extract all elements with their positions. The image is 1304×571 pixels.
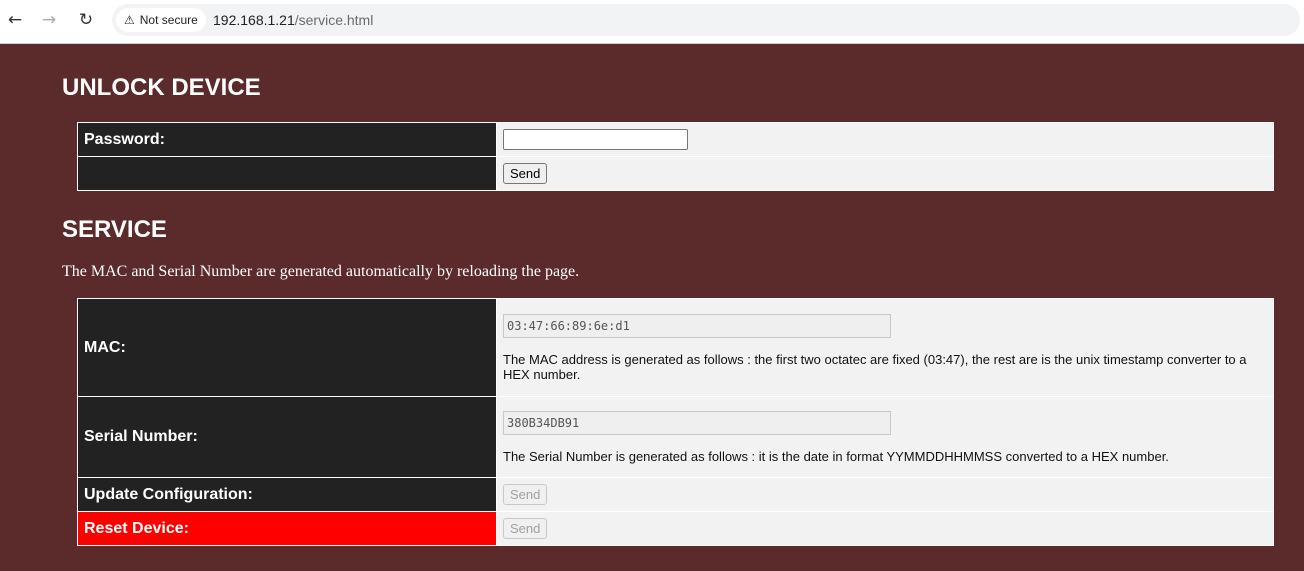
update-send-button[interactable]: Send xyxy=(503,484,548,505)
unlock-table: Password: Send xyxy=(77,122,1274,191)
reset-cell: Send xyxy=(496,511,1274,546)
reset-row: Reset Device: Send xyxy=(77,511,1274,546)
unlock-send-row: Send xyxy=(77,156,1274,191)
mac-row: MAC: The MAC address is generated as fol… xyxy=(77,298,1274,397)
update-cell: Send xyxy=(496,477,1274,512)
security-chip[interactable]: ⚠ Not secure xyxy=(116,8,206,32)
browser-toolbar: ← → ↻ ⚠ Not secure 192.168.1.21/service.… xyxy=(0,0,1304,44)
warning-icon: ⚠ xyxy=(124,13,135,27)
update-row: Update Configuration: Send xyxy=(77,477,1274,512)
reset-label: Reset Device: xyxy=(77,511,497,546)
password-label: Password: xyxy=(77,122,497,157)
mac-label: MAC: xyxy=(77,298,497,397)
empty-label xyxy=(77,156,497,191)
service-table: MAC: The MAC address is generated as fol… xyxy=(77,298,1274,546)
serial-label: Serial Number: xyxy=(77,396,497,478)
mac-field[interactable] xyxy=(503,313,891,338)
back-icon[interactable]: ← xyxy=(3,8,27,32)
url-text[interactable]: 192.168.1.21/service.html xyxy=(213,12,373,28)
password-cell xyxy=(496,122,1274,157)
reload-icon[interactable]: ↻ xyxy=(74,8,98,32)
reset-send-button[interactable]: Send xyxy=(503,518,548,539)
password-input[interactable] xyxy=(503,129,688,150)
password-row: Password: xyxy=(77,122,1274,157)
service-description: The MAC and Serial Number are generated … xyxy=(62,263,580,280)
unlock-send-button[interactable]: Send xyxy=(503,163,548,184)
address-bar[interactable]: ⚠ Not secure 192.168.1.21/service.html xyxy=(112,4,1300,36)
security-label: Not secure xyxy=(139,13,198,27)
serial-row: Serial Number: The Serial Number is gene… xyxy=(77,396,1274,478)
url-path: /service.html xyxy=(294,12,374,28)
unlock-title: UNLOCK DEVICE xyxy=(62,74,261,101)
update-label: Update Configuration: xyxy=(77,477,497,512)
serial-help-text: The Serial Number is generated as follow… xyxy=(503,448,1169,464)
serial-cell: The Serial Number is generated as follow… xyxy=(496,396,1274,478)
serial-field[interactable] xyxy=(503,410,891,435)
unlock-send-cell: Send xyxy=(496,156,1274,191)
service-title: SERVICE xyxy=(62,216,167,243)
mac-cell: The MAC address is generated as follows … xyxy=(496,298,1274,397)
url-host: 192.168.1.21 xyxy=(213,12,295,28)
mac-help-text: The MAC address is generated as follows … xyxy=(503,351,1247,382)
forward-icon[interactable]: → xyxy=(37,8,61,32)
